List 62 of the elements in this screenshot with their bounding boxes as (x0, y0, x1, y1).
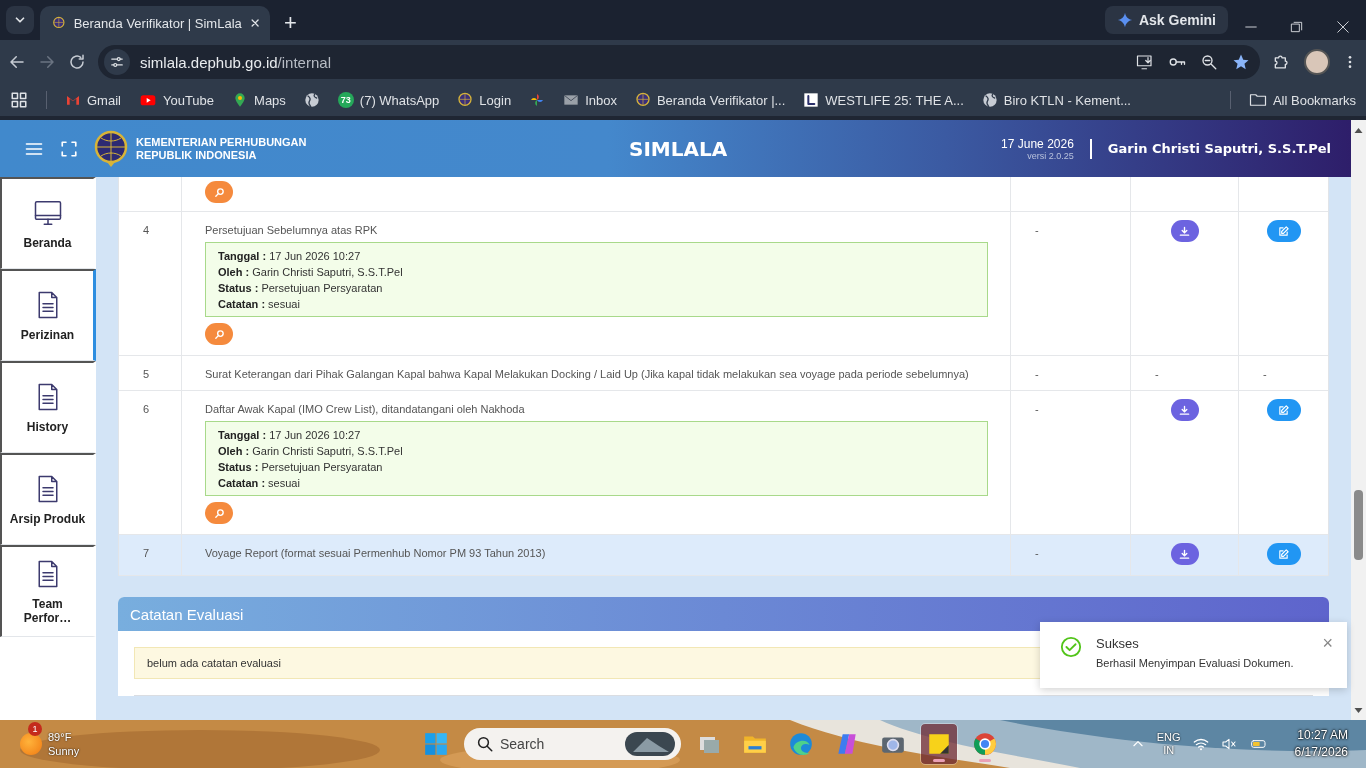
all-bookmarks-button[interactable]: All Bookmarks (1248, 91, 1356, 109)
row-number: 4 (143, 224, 150, 236)
app-title: SIMLALA (629, 137, 728, 161)
bookmark-label: All Bookmarks (1272, 92, 1356, 108)
table-cell: - (1035, 403, 1039, 415)
tab-title: Beranda Verifikator | SimLala (73, 15, 242, 31)
bookmark-label: Inbox (585, 92, 617, 108)
bookmark-label: YouTube (162, 92, 215, 108)
temperature: 89°F (48, 730, 73, 744)
approval-line: Oleh : Garin Christi Saputri, S.S.T.Pel (218, 445, 404, 457)
ask-gemini-button[interactable]: Ask Gemini (1104, 6, 1228, 34)
sidebar-item[interactable]: History (0, 361, 96, 453)
document-name: Persetujuan Sebelumnya atas RPK (205, 224, 378, 236)
toast-message: Berhasil Menyimpan Evaluasi Dokumen. (1096, 657, 1294, 669)
row-number: 6 (143, 403, 150, 415)
sidebar-item[interactable]: Team Perfor… (0, 545, 96, 637)
table-cell: - (1035, 547, 1039, 559)
table-cell: - (1263, 368, 1267, 380)
weather-condition: Sunny (48, 744, 80, 758)
approval-line: Tanggal : 17 Jun 2026 10:27 (218, 250, 362, 262)
current-date: 17 June 2026 (1001, 136, 1074, 151)
address-bar[interactable]: simlala.dephub.go.id/internal (98, 45, 1260, 79)
approval-line: Catatan : sesuai (218, 298, 301, 310)
document-name: Voyage Report (format sesuai Permenhub Nomor PM 93 Tahun 2013) (205, 547, 546, 559)
bookmark-label: Maps (254, 92, 286, 108)
table-cell: - (1155, 368, 1159, 380)
bookmark[interactable]: Gmail (65, 92, 121, 108)
sidebar-item[interactable]: Arsip Produk (0, 453, 96, 545)
approval-line: Oleh : Garin Christi Saputri, S.S.T.Pel (218, 266, 404, 278)
version-label: versi 2.0.25 (1027, 150, 1074, 161)
section-title: Catatan Evaluasi (130, 605, 244, 623)
bookmark-label: Login (479, 92, 512, 108)
document-name: Surat Keterangan dari Pihak Galangan Kapal bahwa Kapal Melakukan Docking / Laid Up (Jika kapal tidak melakukan sea voyage pada periode sebelumnya) (205, 368, 969, 380)
bookmark[interactable]: Inbox (563, 92, 617, 108)
table-cell: - (1035, 224, 1039, 236)
browser-tab[interactable]: Beranda Verifikator | SimLala (40, 6, 270, 40)
sidebar-item[interactable]: Beranda (0, 177, 96, 269)
bookmark[interactable]: YouTube (138, 92, 215, 108)
bookmark[interactable]: Login (457, 92, 512, 108)
row-number: 5 (143, 368, 150, 380)
language-indicator: IN (1163, 744, 1175, 757)
chat-badge-icon: 73 (337, 92, 354, 108)
language-indicator: ENG (1156, 731, 1181, 744)
row-number: 7 (143, 547, 150, 559)
clock-time[interactable]: 10:27 AM (1297, 727, 1348, 744)
bookmark-label: (7) WhatsApp (359, 92, 440, 108)
new-tab-button[interactable]: + (280, 10, 301, 36)
user-name: Garin Christi Saputri, S.S.T.Pel (1107, 141, 1331, 156)
table-cell: - (1035, 368, 1039, 380)
approval-line: Catatan : sesuai (218, 477, 301, 489)
bookmark[interactable]: 73 (7) WhatsApp (337, 92, 440, 108)
ministry-name: KEMENTERIAN PERHUBUNGAN (136, 135, 307, 149)
sidebar-item[interactable]: Perizinan (0, 269, 96, 361)
close-button[interactable]: × (1322, 634, 1333, 652)
url-text: simlala.dephub.go.id/internal (140, 53, 332, 71)
approval-line: Status : Persetujuan Persyaratan (218, 282, 384, 294)
bookmark[interactable]: Maps (232, 92, 286, 108)
approval-line: Status : Persetujuan Persyaratan (218, 461, 384, 473)
bookmark-label: Gmail (87, 92, 121, 108)
document-name: Daftar Awak Kapal (IMO Crew List), ditandatangani oleh Nakhoda (205, 403, 525, 415)
approval-line: Tanggal : 17 Jun 2026 10:27 (218, 429, 362, 441)
ministry-name: REPUBLIK INDONESIA (136, 148, 258, 162)
